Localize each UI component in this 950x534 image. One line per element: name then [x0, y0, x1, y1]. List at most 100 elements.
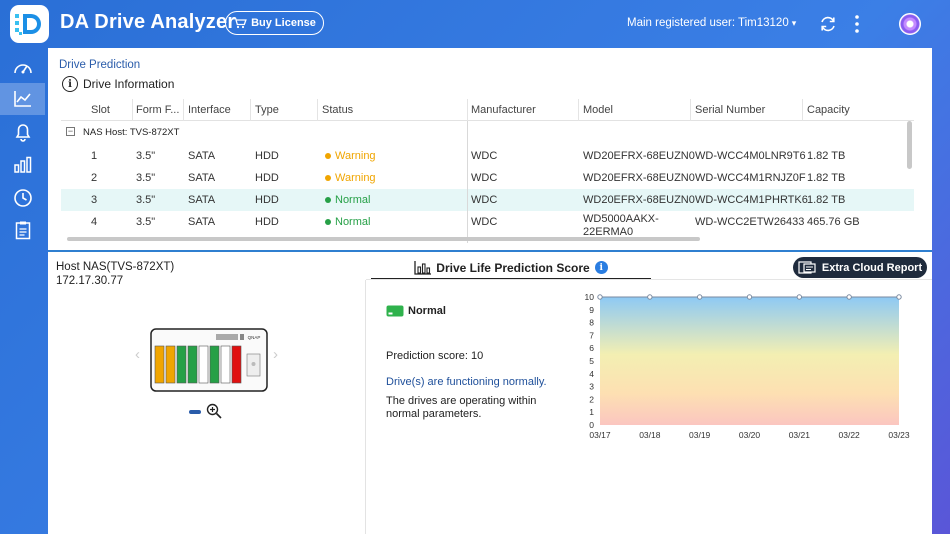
cell-form-factor: 3.5" [136, 216, 156, 228]
model-line-1: WD5000AAKX- [583, 213, 659, 225]
cell-capacity: 465.76 GB [807, 216, 860, 228]
y-tick-label: 5 [589, 356, 594, 366]
prediction-score: Prediction score: 10 [386, 350, 484, 362]
cell-serial-number: WD-WCC4M0LNR9T6 [695, 150, 806, 162]
host-ip: 172.17.30.77 [56, 275, 124, 287]
cell-type: HDD [255, 150, 279, 162]
status-text: Warning [335, 172, 376, 184]
cell-model: WD20EFRX-68EUZN0 [583, 150, 695, 162]
vertical-scrollbar[interactable] [907, 121, 912, 169]
table-row[interactable]: 2 3.5" SATA HDD Warning WDC WD20EFRX-68E… [61, 167, 914, 189]
more-vertical-icon[interactable] [850, 13, 864, 35]
column-header-form-factor[interactable]: Form F... [136, 104, 179, 116]
y-tick-label: 6 [589, 343, 594, 353]
avatar[interactable] [899, 13, 921, 35]
cell-interface: SATA [188, 172, 216, 184]
section-divider [48, 250, 932, 252]
table-row[interactable]: 1 3.5" SATA HDD Warning WDC WD20EFRX-68E… [61, 145, 914, 167]
nas-device-image: QNAP [150, 328, 268, 392]
cell-type: HDD [255, 172, 279, 184]
refresh-icon[interactable] [818, 14, 838, 34]
extra-cloud-report-button[interactable]: Extra Cloud Report [793, 257, 927, 278]
cell-model: WD20EFRX-68EUZN0 [583, 172, 695, 184]
x-tick-label: 03/21 [789, 430, 811, 440]
cell-model: WD5000AAKX- 22ERMA0 [583, 213, 659, 239]
column-header-interface[interactable]: Interface [188, 104, 231, 116]
sidebar [0, 48, 45, 534]
table-row[interactable]: 3 3.5" SATA HDD Normal WDC WD20EFRX-68EU… [61, 189, 914, 211]
y-tick-label: 7 [589, 330, 594, 340]
buy-license-button[interactable]: Buy License [225, 11, 324, 35]
cell-type: HDD [255, 194, 279, 206]
column-header-type[interactable]: Type [255, 104, 279, 116]
info-icon: i [62, 76, 78, 92]
x-tick-label: 03/19 [689, 430, 711, 440]
cell-capacity: 1.82 TB [807, 194, 846, 206]
zoom-in-icon[interactable] [206, 403, 222, 419]
column-header-slot[interactable]: Slot [91, 104, 110, 116]
main-panel: Drive Prediction i Drive Information Slo… [48, 48, 932, 534]
column-header-model[interactable]: Model [583, 104, 613, 116]
column-header-manufacturer[interactable]: Manufacturer [471, 104, 536, 116]
info-icon[interactable]: i [594, 261, 608, 274]
column-header-capacity[interactable]: Capacity [807, 104, 850, 116]
sidebar-item-drive-prediction[interactable] [0, 83, 45, 115]
status-text: Warning [335, 150, 376, 162]
y-tick-label: 3 [589, 382, 594, 392]
prediction-score-chart: 0 1 2 3 4 5 6 7 8 9 10 03/17 03/18 03/19 03/20 03/21 03/… [585, 292, 910, 440]
table-header: Slot Form F... Interface Type Status Man… [61, 99, 914, 121]
cell-interface: SATA [188, 216, 216, 228]
host-title: Host NAS(TVS-872XT) [56, 261, 175, 273]
score-area [600, 297, 899, 425]
cell-manufacturer: WDC [471, 150, 498, 162]
dashboard-icon [13, 64, 32, 74]
y-tick-label: 1 [589, 407, 594, 417]
x-tick-label: 03/17 [589, 430, 611, 440]
horizontal-scrollbar[interactable] [67, 237, 700, 241]
cell-type: HDD [255, 216, 279, 228]
sidebar-item-history[interactable] [0, 182, 45, 214]
collapse-icon[interactable]: − [66, 127, 75, 136]
y-tick-label: 9 [589, 305, 594, 315]
prediction-status-text: Normal [408, 305, 446, 317]
cell-model: WD20EFRX-68EUZN0 [583, 194, 695, 206]
cloud-button-label: Extra Cloud Report [821, 261, 923, 274]
cell-interface: SATA [188, 194, 216, 206]
tab-label: Drive Life Prediction Score [436, 260, 590, 275]
y-tick-label: 0 [589, 420, 594, 430]
column-header-serial-number[interactable]: Serial Number [695, 104, 765, 116]
group-label: NAS Host: TVS-872XT [83, 127, 180, 138]
cell-slot: 4 [91, 216, 98, 228]
y-tick-label: 2 [589, 394, 594, 404]
tab-drive-life-prediction-score[interactable]: Drive Life Prediction Score i [371, 257, 651, 280]
sidebar-item-alerts[interactable] [0, 116, 45, 148]
score-point [796, 294, 803, 300]
sidebar-item-logs[interactable] [0, 214, 45, 246]
status-text: Normal [335, 194, 371, 206]
cell-serial-number: WD-WCC4M1RNJZ0F [695, 172, 806, 184]
cell-interface: SATA [188, 150, 216, 162]
clock-icon [13, 189, 32, 207]
drive-table: Slot Form F... Interface Type Status Man… [61, 99, 914, 244]
cell-manufacturer: WDC [471, 194, 498, 206]
x-tick-label: 03/22 [839, 430, 861, 440]
cell-serial-number: WD-WCC4M1PHRTK6 [695, 194, 808, 206]
table-row[interactable]: 4 3.5" SATA HDD Normal WDC WD5000AAKX- 22… [61, 211, 914, 239]
app-header: DA Drive Analyzer Buy License Main regis… [0, 0, 950, 48]
chevron-left-icon[interactable]: ‹ [135, 346, 140, 363]
column-header-status[interactable]: Status [322, 104, 353, 116]
cart-icon [233, 17, 247, 29]
y-tick-label: 4 [589, 369, 594, 379]
score-point [696, 294, 703, 300]
sidebar-item-statistics[interactable] [0, 149, 45, 181]
zoom-out-icon[interactable] [189, 410, 201, 414]
cell-status: Warning [325, 172, 376, 184]
sidebar-item-dashboard[interactable] [0, 52, 45, 84]
breadcrumb[interactable]: Drive Prediction [59, 59, 140, 71]
user-menu[interactable]: Main registered user: Tim13120 ▾ [627, 17, 796, 29]
y-tick-label: 10 [585, 292, 595, 302]
chevron-right-icon[interactable]: › [273, 346, 278, 363]
score-point [597, 294, 603, 300]
section-title: Drive Information [83, 77, 175, 91]
group-row-nas-host[interactable]: − NAS Host: TVS-872XT [61, 123, 914, 143]
